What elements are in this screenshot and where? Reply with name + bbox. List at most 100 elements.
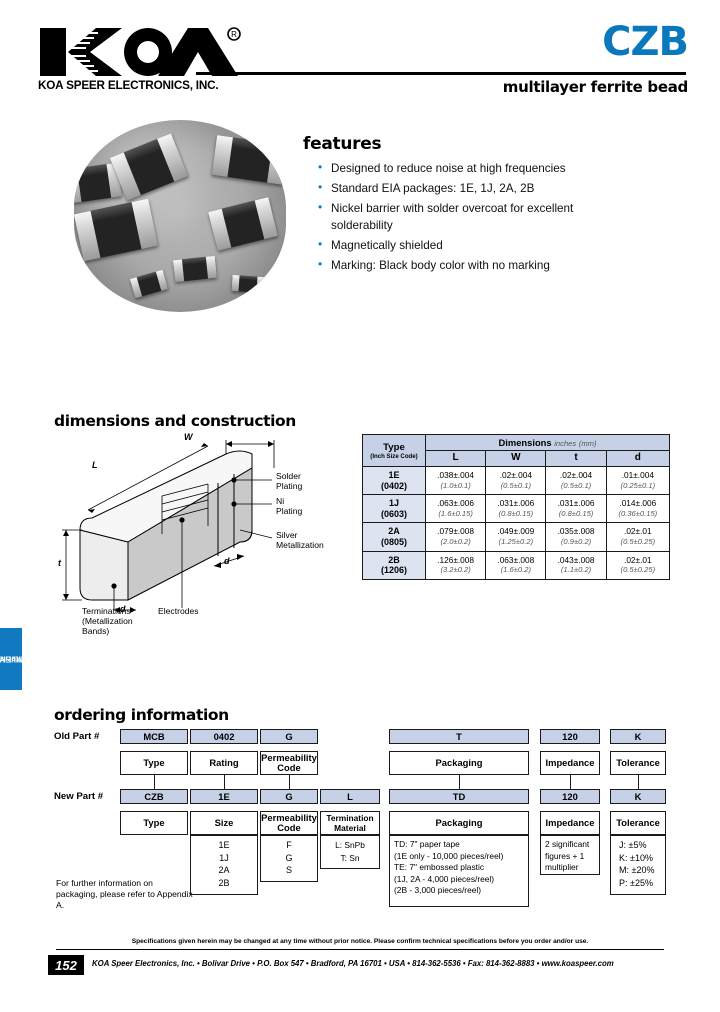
label-silver-metallization: Silver Metallization [276,530,324,551]
dimension-label-W: W [184,432,193,442]
termination-values-list: L: SnPb T: Sn [320,835,380,869]
header-divider [196,72,686,75]
new-perm-code: G [260,789,318,804]
table-row: 2A (0805) .079±.008 (2.0±0.2) .049±.009 (1… [362,522,671,552]
header-col-d: d [605,450,671,467]
old-type-code: MCB [120,729,188,744]
side-tab-emi-emc[interactable]: EMI/EMCfiltering [0,628,29,690]
packaging-detail: TD: 7" paper tape (1E only - 10,000 piec… [389,835,529,907]
old-packaging-name: Packaging [389,751,529,775]
cell-d: .02±.01 (0.5±0.25) [605,550,671,580]
termination-value: L: SnPb [335,840,365,850]
specification-note: Specifications given herein may be chang… [131,938,589,945]
cell-t: .031±.006 (0.8±0.15) [545,494,607,524]
connector-line [570,775,571,789]
new-size-code: 1E [190,789,258,804]
feature-item: Standard EIA packages: 1E, 1J, 2A, 2B [318,179,648,197]
cell-t: .035±.008 (0.9±0.2) [545,522,607,552]
company-name: KOA SPEER ELECTRONICS, INC. [38,80,219,92]
size-value: 2A [218,865,230,876]
cell-L: .063±.006 (1.6±0.15) [424,494,487,524]
dimensions-heading: dimensions and construction [54,412,296,430]
new-part-label: New Part # [54,791,104,802]
old-tolerance-name: Tolerance [610,751,666,775]
permeability-values-list: F G S [260,835,318,882]
header-unit-mm: (mm) [578,439,597,448]
cell-L: .126±.008 (3.2±0.2) [424,550,487,580]
row-type-1J: 1J (0603) [362,494,426,524]
old-packaging-code: T [389,729,529,744]
construction-diagram: L W t d d Solder Plating Ni Plating Silv… [58,432,358,636]
dimension-label-t: t [58,558,61,568]
cell-W: .049±.009 (1.25±0.2) [485,522,547,552]
termination-value: T: Sn [340,852,360,863]
header-col-L: L [424,450,487,467]
label-ni-plating: Ni Plating [276,496,303,517]
header-dimensions-label: Dimensions [498,437,552,448]
feature-item: Designed to reduce noise at high frequen… [318,159,648,177]
size-value: 1E [218,840,230,850]
size-value: 2B [218,877,230,888]
new-size-name: Size [190,811,258,835]
new-type-name: Type [120,811,188,835]
header-type: Type [383,441,405,453]
cell-W: .063±.008 (1.6±0.2) [485,550,547,580]
old-rating-name: Rating [190,751,258,775]
features-heading: features [303,134,382,154]
cell-L: .079±.008 (2.0±0.2) [424,522,487,552]
header-type-cell: Type (Inch Size Code) [362,434,426,467]
cell-d: .01±.004 (0.25±0.1) [605,465,671,496]
label-electrodes: Electrodes [158,606,199,616]
features-list: Designed to reduce noise at high frequen… [318,159,648,277]
new-tolerance-code: K [610,789,666,804]
cell-d: .014±.006 (0.36±0.15) [605,494,671,524]
old-rating-code: 0402 [190,729,258,744]
new-perm-name: Permeability Code [260,811,318,835]
old-impedance-code: 120 [540,729,600,744]
koa-logo-mark: R [40,27,241,76]
old-impedance-name: Impedance [540,751,600,775]
table-header-row-1: Type (Inch Size Code) Dimensions inches … [362,434,670,467]
label-terminations: Terminations (Metallization Bands) [82,606,133,637]
tolerance-value: P: ±25% [619,877,653,888]
header-dimensions: Dimensions inches (mm) [425,434,670,451]
cell-W: .02±.004 (0.5±0.1) [485,465,547,496]
cell-W: .031±.006 (0.8±0.15) [485,494,547,524]
new-term-name: Termination Material [320,811,380,835]
permeability-value: F [286,840,292,850]
dimension-label-d-right: d [224,556,230,566]
appendix-note: For further information on packaging, pl… [56,878,193,910]
new-packaging-name: Packaging [389,811,529,835]
tolerance-values-list: J: ±5% K: ±10% M: ±20% P: ±25% [610,835,666,895]
footer-divider [56,949,664,950]
product-code: CZB [602,19,689,65]
connector-line [459,775,460,789]
feature-item: Magnetically shielded [318,236,648,254]
row-type-1E: 1E (0402) [362,465,426,496]
connector-line [638,775,639,789]
table-header: Type (Inch Size Code) Dimensions inches … [362,434,671,467]
connector-line [154,775,155,789]
product-photo [74,120,286,312]
new-term-code: L [320,789,380,804]
connector-line [289,775,290,789]
dimension-label-L: L [92,460,98,470]
new-type-code: CZB [120,789,188,804]
new-impedance-code: 120 [540,789,600,804]
row-type-2A: 2A (0805) [362,522,426,552]
header-unit-inches: inches [554,439,577,448]
cell-d: .02±.01 (0.5±0.25) [605,522,671,552]
table-row: 2B (1206) .126±.008 (3.2±0.2) .063±.008 (1… [362,550,671,580]
permeability-value: S [285,865,292,876]
table-body: 1E (0402) .038±.004 (1.0±0.1) .02±.004 (0.… [362,465,671,580]
feature-item-continuation: solderability [331,219,393,233]
koa-logo: R KOA SPEER ELECTRONICS, INC. [38,26,253,92]
tolerance-value: M: ±20% [619,865,655,876]
cell-t: .02±.004 (0.5±0.1) [545,465,607,496]
size-values-list: 1E 1J 2A 2B [190,835,258,895]
ordering-heading: ordering information [54,706,229,724]
impedance-detail: 2 significant figures + 1 multiplier [540,835,600,875]
footer-address: KOA Speer Electronics, Inc. • Bolivar Dr… [92,959,614,968]
header-type-sub: (Inch Size Code) [370,452,418,460]
new-impedance-name: Impedance [540,811,600,835]
